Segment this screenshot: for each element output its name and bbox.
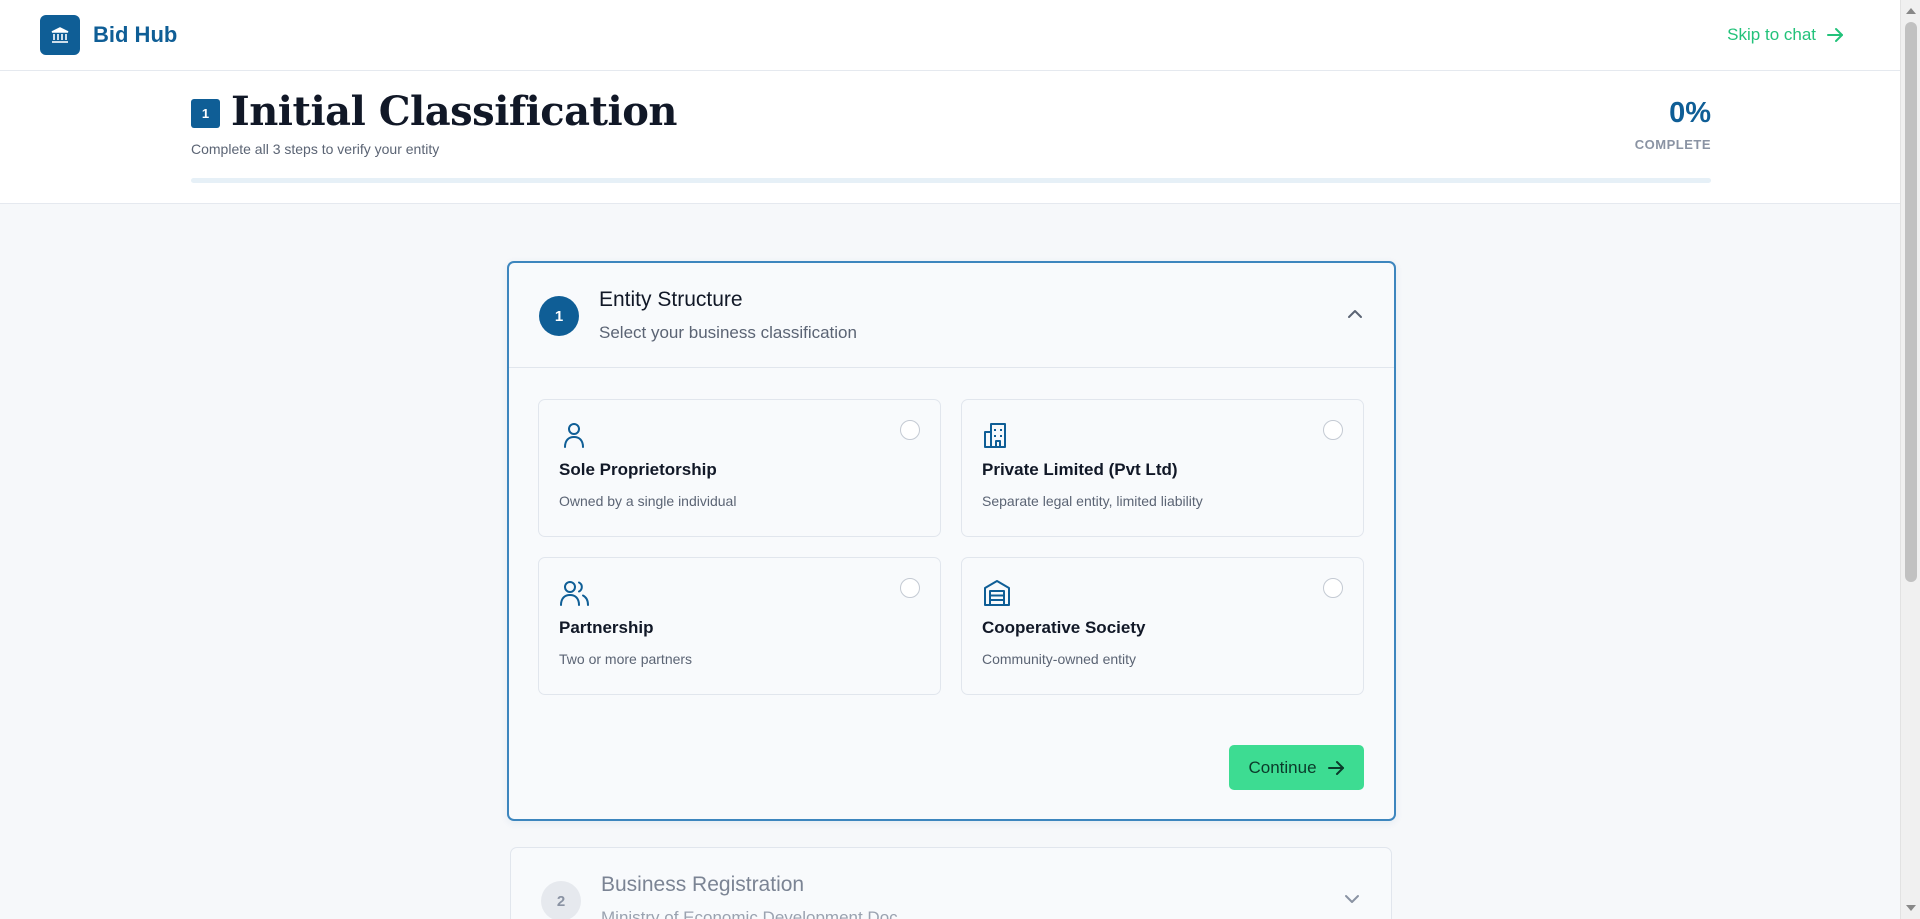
option-cooperative-society[interactable]: Cooperative Society Community-owned enti…: [961, 557, 1364, 695]
option-title: Partnership: [559, 618, 654, 637]
option-partnership[interactable]: Partnership Two or more partners: [538, 557, 941, 695]
brand[interactable]: Bid Hub: [40, 15, 177, 55]
step-card-entity-structure: 1 Entity Structure Select your business …: [507, 261, 1396, 821]
step-subtitle: Select your business classification: [599, 323, 857, 342]
bank-icon: [40, 15, 80, 55]
chevron-up-icon[interactable]: [1346, 305, 1364, 323]
option-description: Two or more partners: [559, 651, 693, 667]
user-icon: [564, 423, 584, 448]
step-card-header[interactable]: 1 Entity Structure Select your business …: [509, 263, 1394, 368]
option-title: Cooperative Society: [982, 618, 1146, 637]
continue-label: Continue: [1248, 757, 1317, 777]
option-description: Owned by a single individual: [559, 493, 737, 509]
radio-button[interactable]: [900, 420, 920, 440]
progress-label: COMPLETE: [1634, 137, 1711, 152]
page-subtitle: Complete all 3 steps to verify your enti…: [191, 141, 440, 157]
page-title: Initial Classification: [231, 88, 678, 135]
option-title: Private Limited (Pvt Ltd): [982, 460, 1178, 479]
option-sole-proprietorship[interactable]: Sole Proprietorship Owned by a single in…: [538, 399, 941, 537]
arrow-right-icon: [1827, 28, 1843, 42]
chevron-down-icon[interactable]: [1343, 890, 1361, 908]
brand-name: Bid Hub: [93, 22, 178, 47]
step-card-business-registration[interactable]: 2 Business Registration Ministry of Econ…: [510, 847, 1392, 919]
step-subtitle: Ministry of Economic Development Doc: [601, 908, 898, 919]
arrow-right-icon: [1327, 760, 1344, 775]
radio-button[interactable]: [1323, 420, 1343, 440]
progress-bar: [191, 178, 1711, 183]
scroll-up-arrow[interactable]: [1906, 8, 1916, 14]
users-icon: [560, 581, 589, 606]
step-number: 1: [539, 296, 579, 336]
option-title: Sole Proprietorship: [559, 460, 717, 479]
step-number: 2: [541, 881, 581, 919]
step-title: Business Registration: [601, 873, 805, 896]
scroll-down-arrow[interactable]: [1906, 905, 1916, 911]
option-description: Separate legal entity, limited liability: [982, 493, 1203, 509]
skip-to-chat-label: Skip to chat: [1727, 25, 1816, 44]
page-header: 1 Initial Classification Complete all 3 …: [0, 71, 1900, 204]
radio-button[interactable]: [1323, 578, 1343, 598]
top-nav: Bid Hub Skip to chat: [0, 0, 1900, 71]
continue-button[interactable]: Continue: [1229, 745, 1364, 790]
scroll-thumb[interactable]: [1905, 22, 1917, 582]
skip-to-chat-link[interactable]: Skip to chat: [1727, 25, 1844, 45]
progress-percent: 0%: [1669, 97, 1711, 129]
step-title: Entity Structure: [599, 288, 743, 311]
scrollbar[interactable]: [1900, 0, 1920, 919]
step-badge: 1: [191, 99, 220, 128]
option-private-limited[interactable]: Private Limited (Pvt Ltd) Separate legal…: [961, 399, 1364, 537]
building-icon: [984, 423, 1006, 448]
warehouse-icon: [984, 580, 1010, 606]
option-description: Community-owned entity: [982, 651, 1137, 667]
radio-button[interactable]: [900, 578, 920, 598]
